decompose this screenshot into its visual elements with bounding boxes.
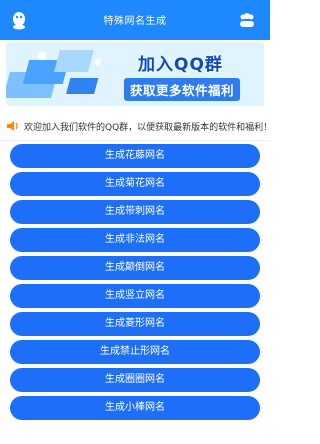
notice-text: 欢迎加入我们软件的QQ群，以便获取最新版本的软件和福利！ bbox=[24, 123, 273, 133]
generate-button-vine[interactable]: 生成花藤网名 bbox=[10, 144, 260, 168]
banner-subline: 获取更多软件福利 bbox=[124, 78, 241, 101]
generate-button-illegal[interactable]: 生成非法网名 bbox=[10, 228, 260, 252]
generate-button-diamond[interactable]: 生成菱形网名 bbox=[10, 312, 260, 336]
page-title: 特殊网名生成 bbox=[103, 16, 167, 27]
speaker-icon bbox=[7, 121, 18, 131]
generate-button-vertical[interactable]: 生成竖立网名 bbox=[10, 284, 260, 308]
generate-button-upside-down[interactable]: 生成颠倒网名 bbox=[10, 256, 260, 280]
notice-bar: 欢迎加入我们软件的QQ群，以便获取最新版本的软件和福利！ bbox=[0, 112, 273, 141]
generate-button-prohibited[interactable]: 生成禁止形网名 bbox=[10, 340, 260, 364]
banner-headline: 加入QQ群 bbox=[138, 55, 223, 75]
generate-button-chrysanthemum[interactable]: 生成菊花网名 bbox=[10, 172, 260, 196]
top-app-bar: 特殊网名生成 bbox=[0, 0, 270, 40]
group-members-icon[interactable] bbox=[238, 12, 256, 28]
join-qq-group-banner[interactable]: 加入QQ群 获取更多软件福利 bbox=[6, 42, 264, 106]
generate-button-circle[interactable]: 生成圈圈网名 bbox=[10, 368, 260, 392]
generate-button-thorn[interactable]: 生成带刺网名 bbox=[10, 200, 260, 224]
generate-button-stick[interactable]: 生成小棒网名 bbox=[10, 396, 260, 420]
